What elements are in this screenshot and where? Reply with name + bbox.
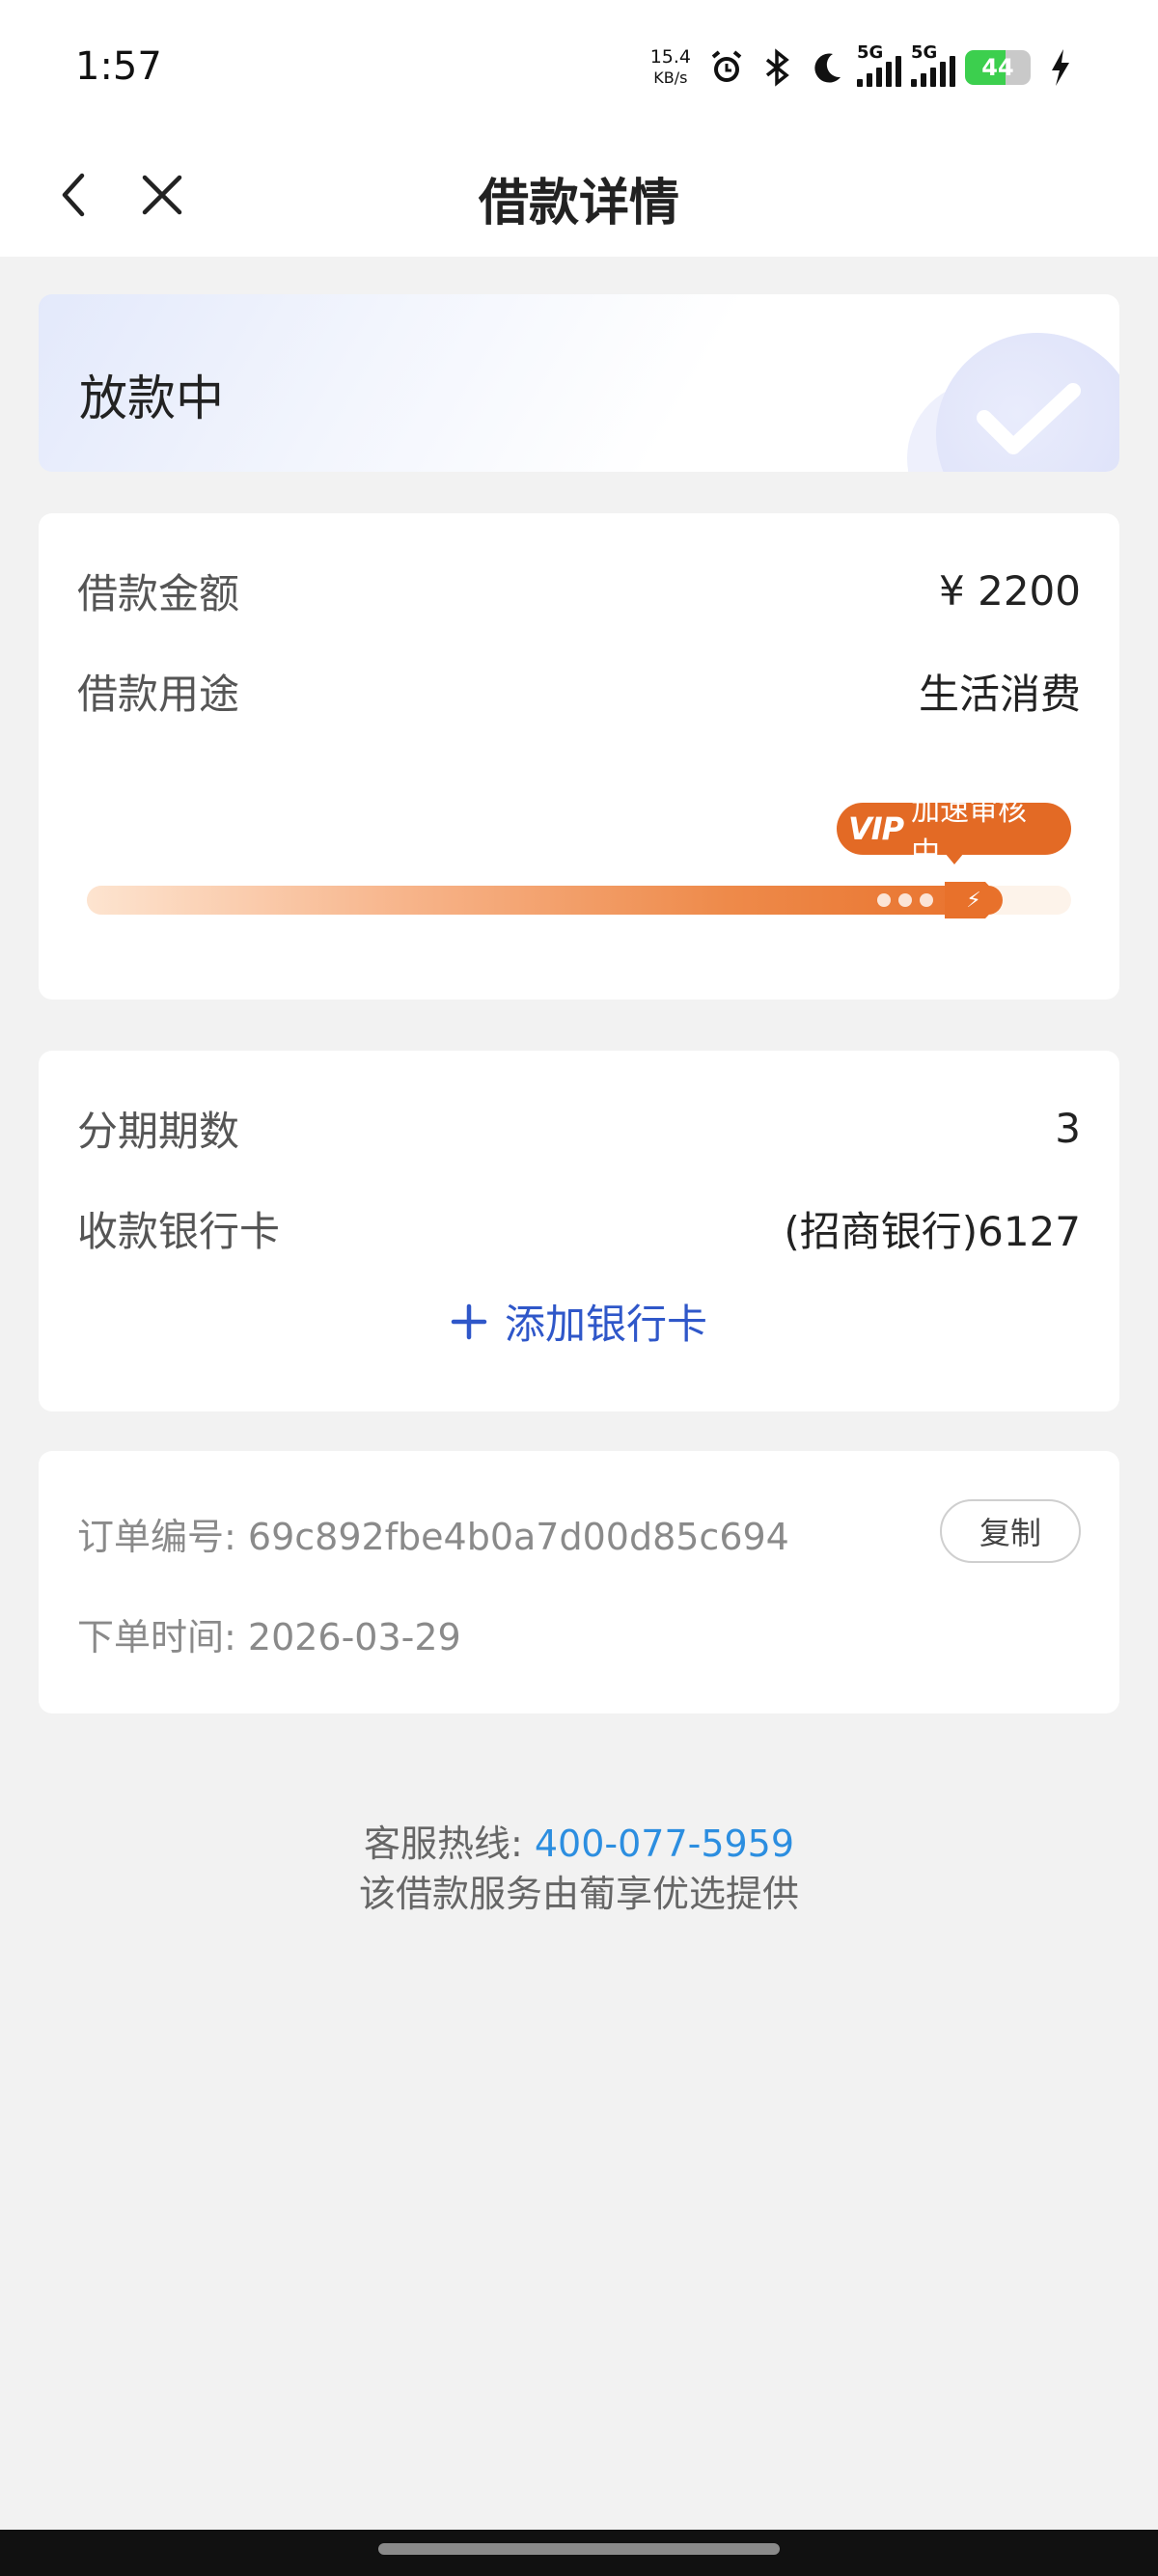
signal-label: 5G [911,42,938,63]
network-speed-value: 15.4 [649,46,691,68]
add-bank-card-button[interactable]: 添加银行卡 [39,1292,1119,1351]
order-time: 下单时间: 2026-03-29 [77,1607,461,1660]
order-number: 订单编号: 69c892fbe4b0a7d00d85c694 [77,1507,789,1560]
progress-fill [87,886,1003,915]
signal-label: 5G [857,42,884,63]
alarm-icon [706,47,747,88]
periods-row: 分期期数 3 [77,1099,1081,1158]
bank-card-row[interactable]: 收款银行卡 (招商银行)6127 [77,1199,1081,1258]
plus-icon [451,1303,487,1339]
status-bar: 1:57 15.4 KB/s 5G 5G 44 [0,0,1158,135]
bank-card-label: 收款银行卡 [77,1208,281,1255]
home-indicator[interactable] [378,2543,780,2555]
signal-icon: 5G [911,42,955,87]
vip-mark: VIP [848,810,904,847]
periods-label: 分期期数 [77,1108,240,1155]
periods-value: 3 [1055,1105,1081,1152]
navigation-bar: 借款详情 [0,135,1158,257]
order-time-value: 2026-03-29 [247,1616,461,1658]
copy-button[interactable]: 复制 [940,1499,1081,1563]
order-number-value: 69c892fbe4b0a7d00d85c694 [247,1516,789,1558]
network-speed: 15.4 KB/s [650,46,691,89]
service-provider-note: 该借款服务由葡享优选提供 [358,1873,799,1915]
hotline-number-link[interactable]: 400-077-5959 [535,1822,794,1865]
order-info-card: 订单编号: 69c892fbe4b0a7d00d85c694 复制 下单时间: … [39,1451,1119,1713]
bank-card-value: (招商银行)6127 [784,1208,1081,1255]
progress-dots [877,893,933,907]
vip-badge-text: 加速审核中 [911,794,1028,870]
moon-icon [807,47,847,88]
review-progress: ⚡ VIP 加速审核中 [87,794,1071,928]
loan-purpose-value: 生活消费 [918,671,1081,718]
customer-service-hotline: 客服热线: 400-077-5959 [0,1814,1158,1867]
loan-info-card: 借款金额 ¥ 2200 借款用途 生活消费 ⚡ VIP 加速审核中 [39,513,1119,1000]
loan-amount-row: 借款金额 ¥ 2200 [77,562,1081,620]
loan-status-card: 放款中 [39,294,1119,472]
loan-purpose-label: 借款用途 [77,671,240,718]
check-icon [936,333,1119,472]
loan-amount-value: ¥ 2200 [939,567,1081,615]
status-icons: 15.4 KB/s 5G 5G 44 [650,42,1081,93]
status-time: 1:57 [75,44,162,89]
page-title: 借款详情 [478,175,679,233]
loan-purpose-row: 借款用途 生活消费 [77,662,1081,721]
network-speed-unit: KB/s [653,69,688,87]
charging-icon [1040,47,1081,88]
loan-amount-label: 借款金额 [77,570,240,617]
order-time-label: 下单时间: [77,1616,248,1658]
add-bank-card-label: 添加银行卡 [504,1301,707,1348]
order-number-label: 订单编号: [77,1516,248,1558]
battery-icon: 44 [965,50,1031,85]
hotline-label: 客服热线: [363,1822,535,1865]
bluetooth-icon [757,47,797,88]
system-navigation-bar [0,2530,1158,2576]
vip-review-badge: VIP 加速审核中 [837,794,1071,870]
loan-status-text: 放款中 [79,370,224,426]
installment-card: 分期期数 3 收款银行卡 (招商银行)6127 添加银行卡 [39,1051,1119,1411]
signal-icon: 5G [857,42,901,87]
